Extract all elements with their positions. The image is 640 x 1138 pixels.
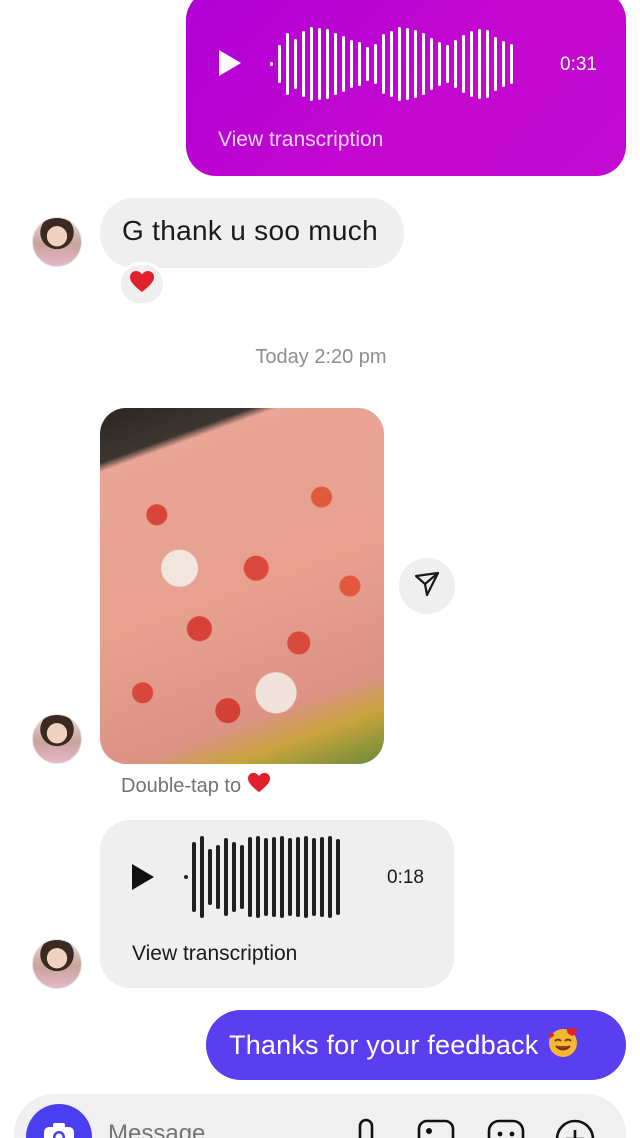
message-composer bbox=[14, 1094, 626, 1138]
waveform-bar bbox=[302, 31, 305, 97]
shared-photo[interactable] bbox=[100, 408, 384, 764]
hint-text: Double-tap to bbox=[121, 774, 242, 797]
waveform-bar bbox=[366, 47, 369, 81]
waveform-bar bbox=[200, 836, 204, 918]
outgoing-message[interactable]: Thanks for your feedback bbox=[206, 1010, 626, 1080]
waveform-bar bbox=[240, 845, 244, 909]
waveform-bar bbox=[216, 845, 220, 909]
voice-duration: 0:18 bbox=[387, 867, 424, 888]
waveform-bar bbox=[208, 849, 212, 905]
waveform-bar bbox=[224, 838, 228, 916]
smiling-face-with-hearts-icon bbox=[546, 1025, 580, 1066]
waveform-bar bbox=[296, 837, 300, 917]
waveform-bar bbox=[312, 838, 316, 916]
microphone-icon[interactable] bbox=[352, 1118, 380, 1138]
waveform-bar bbox=[278, 45, 281, 83]
voice-duration: 0:31 bbox=[560, 54, 597, 75]
incoming-message[interactable]: G thank u soo much bbox=[100, 198, 404, 268]
play-icon[interactable] bbox=[130, 862, 156, 897]
waveform-bar bbox=[328, 836, 332, 918]
waveform bbox=[270, 24, 518, 104]
avatar[interactable] bbox=[32, 217, 82, 267]
waveform-bar bbox=[320, 837, 324, 917]
timestamp-divider: Today 2:20 pm bbox=[255, 346, 387, 368]
waveform-bar bbox=[398, 27, 401, 101]
waveform bbox=[184, 834, 344, 920]
waveform-bar bbox=[326, 29, 329, 99]
waveform-bar bbox=[502, 41, 505, 87]
message-text: G thank u soo much bbox=[122, 215, 378, 246]
waveform-bar bbox=[304, 836, 308, 918]
camera-icon bbox=[42, 1120, 76, 1138]
waveform-bar bbox=[248, 837, 252, 917]
message-input[interactable] bbox=[108, 1120, 308, 1138]
gallery-icon[interactable] bbox=[416, 1118, 456, 1138]
double-tap-hint: Double-tap to bbox=[121, 772, 271, 800]
waveform-bar bbox=[272, 837, 276, 917]
camera-button[interactable] bbox=[26, 1104, 92, 1138]
waveform-bar bbox=[438, 42, 441, 86]
waveform-bar bbox=[270, 62, 273, 66]
play-icon[interactable] bbox=[216, 48, 244, 83]
waveform-bar bbox=[390, 31, 393, 97]
waveform-bar bbox=[336, 839, 340, 915]
waveform-bar bbox=[478, 29, 481, 99]
waveform-bar bbox=[184, 875, 188, 879]
waveform-bar bbox=[280, 836, 284, 918]
waveform-bar bbox=[358, 42, 361, 86]
sticker-icon[interactable] bbox=[486, 1118, 526, 1138]
waveform-bar bbox=[342, 36, 345, 92]
waveform-bar bbox=[294, 39, 297, 89]
waveform-bar bbox=[256, 836, 260, 918]
waveform-bar bbox=[232, 842, 236, 912]
view-transcription-link[interactable]: View transcription bbox=[218, 128, 383, 152]
waveform-bar bbox=[310, 27, 313, 101]
waveform-bar bbox=[350, 40, 353, 88]
waveform-bar bbox=[462, 35, 465, 93]
waveform-bar bbox=[494, 37, 497, 91]
heart-icon bbox=[247, 772, 271, 800]
waveform-bar bbox=[288, 838, 292, 916]
message-reaction[interactable] bbox=[118, 262, 166, 306]
waveform-bar bbox=[486, 30, 489, 98]
add-icon[interactable] bbox=[554, 1118, 596, 1138]
waveform-bar bbox=[264, 838, 268, 916]
waveform-bar bbox=[430, 38, 433, 90]
waveform-bar bbox=[446, 45, 449, 83]
heart-icon bbox=[129, 270, 155, 299]
avatar[interactable] bbox=[32, 939, 82, 989]
waveform-bar bbox=[318, 28, 321, 100]
waveform-bar bbox=[374, 44, 377, 84]
message-text: Thanks for your feedback bbox=[229, 1029, 539, 1060]
waveform-bar bbox=[382, 34, 385, 94]
waveform-bar bbox=[414, 30, 417, 98]
waveform-bar bbox=[470, 31, 473, 97]
waveform-bar bbox=[286, 33, 289, 95]
waveform-bar bbox=[510, 44, 513, 84]
send-icon bbox=[413, 570, 441, 603]
waveform-bar bbox=[422, 33, 425, 95]
avatar[interactable] bbox=[32, 714, 82, 764]
waveform-bar bbox=[334, 33, 337, 95]
view-transcription-link[interactable]: View transcription bbox=[132, 942, 297, 966]
incoming-voice-message[interactable]: 0:18 View transcription bbox=[100, 820, 454, 988]
share-button[interactable] bbox=[399, 558, 455, 614]
outgoing-voice-message[interactable]: 0:31 View transcription bbox=[186, 0, 626, 176]
waveform-bar bbox=[454, 40, 457, 88]
waveform-bar bbox=[192, 842, 196, 912]
waveform-bar bbox=[406, 28, 409, 100]
